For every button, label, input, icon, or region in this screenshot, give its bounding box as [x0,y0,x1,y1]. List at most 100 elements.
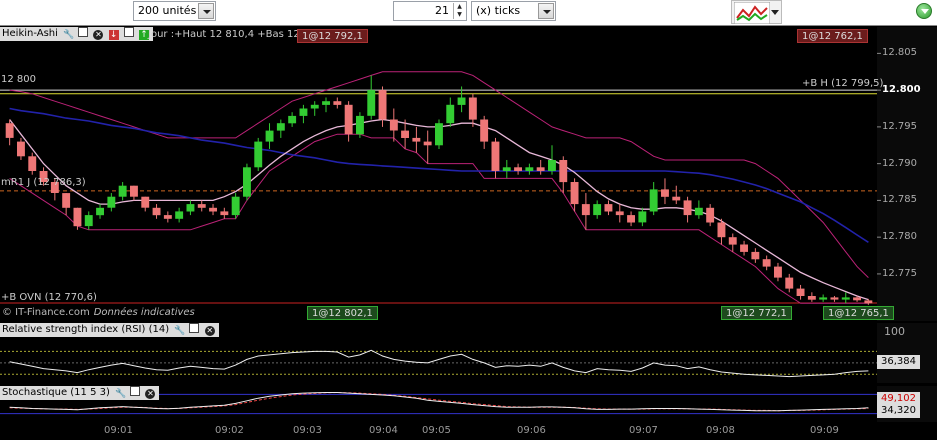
candle-body-62 [706,207,715,223]
candle-body-64 [728,237,737,245]
candle-body-39 [446,104,455,124]
buy-order-tag-1[interactable]: 1@12 802,1 [307,306,378,320]
price-tick-label-0: 12.805 [882,47,917,59]
candle-body-63 [717,222,726,238]
candle-body-11 [130,185,138,197]
candle-body-12 [141,196,150,208]
stoch-wrench-icon[interactable]: 🔧 [115,389,126,399]
sell-order-tag-top[interactable]: 1@12 792,1 [297,29,368,43]
candle-body-18 [209,207,217,212]
candle-body-76 [864,300,873,304]
candle-body-65 [740,244,748,252]
candle-body-41 [468,97,477,120]
time-tick-label-6: 09:07 [629,425,658,436]
candle-body-53 [604,204,613,212]
stepper-arrows-icon[interactable]: ▲ ▼ [453,3,465,19]
candle-body-43 [491,141,500,171]
scroll-right-button[interactable] [916,3,932,19]
candle-body-69 [785,277,794,289]
candle-body-20 [231,196,240,216]
chart-type-icon [734,2,770,24]
chart-type-button[interactable] [731,0,782,24]
time-tick-label-5: 09:06 [517,425,546,436]
candle-body-22 [254,141,263,168]
candle-body-66 [751,251,760,260]
candle-body-54 [615,211,624,216]
time-tick-label-2: 09:03 [293,425,322,436]
price-tick-label-1: 12.800 [882,84,921,96]
window-icon[interactable] [78,27,89,37]
units-select[interactable]: 200 unités [133,1,216,21]
rsi-panel-title: Relative strength index (RSI) (14) [2,324,170,335]
rsi-window-icon[interactable] [189,323,200,333]
rsi-value-label: 36,384 [877,355,920,369]
candle-body-26 [299,108,308,116]
stoch-window-icon[interactable] [130,386,141,396]
candle-body-40 [457,97,466,105]
time-tick-label-4: 09:05 [422,425,451,436]
price-chart[interactable] [0,27,937,321]
candle-body-58 [661,189,669,197]
candle-body-27 [310,104,319,109]
units-select-value: 200 unités [138,4,197,17]
price-panel: Heikin-Ashi 🔧 ✕ ↓ ↑ Jour :+Haut 12 810,4… [0,27,937,321]
candle-body-25 [288,115,297,124]
buy-order-tag-3[interactable]: 1@12 765,1 [823,306,894,320]
candle-body-9 [107,196,116,208]
close-icon[interactable]: ✕ [93,30,104,40]
candle-body-6 [73,207,82,227]
candle-body-17 [197,204,206,208]
ticks-stepper[interactable]: 21 ▲ ▼ [393,1,467,21]
candle-body-75 [853,297,861,301]
ticks-unit-dropdown-icon[interactable] [538,3,554,19]
chart-type-dropdown-icon[interactable] [771,10,779,15]
price-tick-label-5: 12.780 [882,231,917,243]
candle-body-15 [175,211,184,219]
candle-body-56 [638,211,647,223]
move-down-icon[interactable]: ↓ [108,30,119,40]
stochastic-panel: Stochastique (11 5 3) 🔧 ✕ 49,102 34,320 [0,386,937,422]
ticks-unit-select[interactable]: (x) ticks [471,1,556,21]
candle-body-7 [84,215,93,227]
candle-body-74 [841,297,850,300]
candle-body-57 [649,189,658,212]
candle-body-60 [683,200,692,216]
candle-body-49 [559,160,568,183]
candle-body-61 [694,207,703,216]
price-tick-label-4: 12.785 [882,194,917,206]
candle-body-52 [593,204,602,216]
candle-body-55 [627,215,635,223]
candle-body-8 [96,207,104,216]
buy-order-tag-2[interactable]: 1@12 772,1 [721,306,792,320]
candle-body-28 [322,101,330,105]
candle-body-0 [5,123,14,138]
candle-body-70 [796,288,805,296]
candle-body-13 [152,207,161,216]
rsi-close-icon[interactable]: ✕ [204,326,215,336]
time-tick-label-7: 09:08 [706,425,735,436]
time-tick-label-1: 09:02 [215,425,244,436]
rsi-wrench-icon[interactable]: 🔧 [174,326,185,336]
candle-body-71 [807,296,816,300]
level-label-bh: +B H (12 799,5) [802,78,884,89]
price-tick-label-6: 12.775 [882,267,917,279]
time-tick-label-3: 09:04 [369,425,398,436]
candle-body-47 [536,167,545,171]
candle-body-31 [356,115,364,135]
disclaimer-text: Données indicatives [93,307,195,318]
ticks-stepper-value: 21 [435,4,449,17]
price-tick-label-3: 12.790 [882,157,917,169]
candle-body-42 [480,119,489,142]
rsi-panel: Relative strength index (RSI) (14) 🔧 ✕ 1… [0,323,937,383]
sell-order-tag-right[interactable]: 1@12 762,1 [797,29,868,43]
candle-body-36 [412,137,421,142]
candle-body-50 [570,182,579,205]
candle-body-2 [28,156,37,171]
wrench-icon[interactable]: 🔧 [63,30,74,40]
candle-body-21 [243,167,251,197]
color-box-icon[interactable] [123,27,134,37]
units-dropdown-icon[interactable] [198,3,214,19]
candle-body-29 [333,101,342,105]
candle-body-72 [819,297,828,300]
stoch-close-icon[interactable]: ✕ [145,389,156,399]
